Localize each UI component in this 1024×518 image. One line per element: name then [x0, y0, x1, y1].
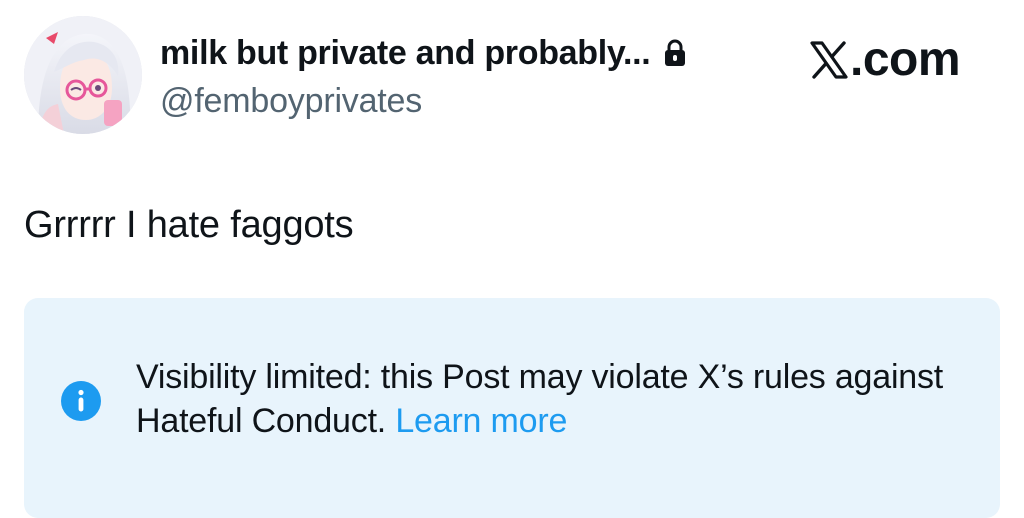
display-name[interactable]: milk but private and probably... [160, 34, 651, 73]
lock-icon [662, 38, 688, 68]
user-handle[interactable]: @femboyprivates [160, 82, 800, 121]
info-icon [60, 380, 102, 422]
brand-mark: .com [810, 30, 961, 90]
x-logo-icon [810, 41, 848, 79]
brand-text: .com [850, 33, 961, 86]
notice-text: Visibility limited: this Post may violat… [136, 355, 976, 443]
post-header: milk but private and probably... @femboy… [160, 22, 800, 121]
visibility-notice: Visibility limited: this Post may violat… [24, 298, 1000, 518]
name-row: milk but private and probably... [160, 22, 800, 84]
avatar[interactable] [24, 16, 142, 134]
post-text: Grrrrr I hate faggots [24, 204, 354, 246]
post-card: milk but private and probably... @femboy… [0, 0, 1024, 518]
learn-more-link[interactable]: Learn more [395, 402, 567, 440]
avatar-illustration [24, 16, 142, 134]
